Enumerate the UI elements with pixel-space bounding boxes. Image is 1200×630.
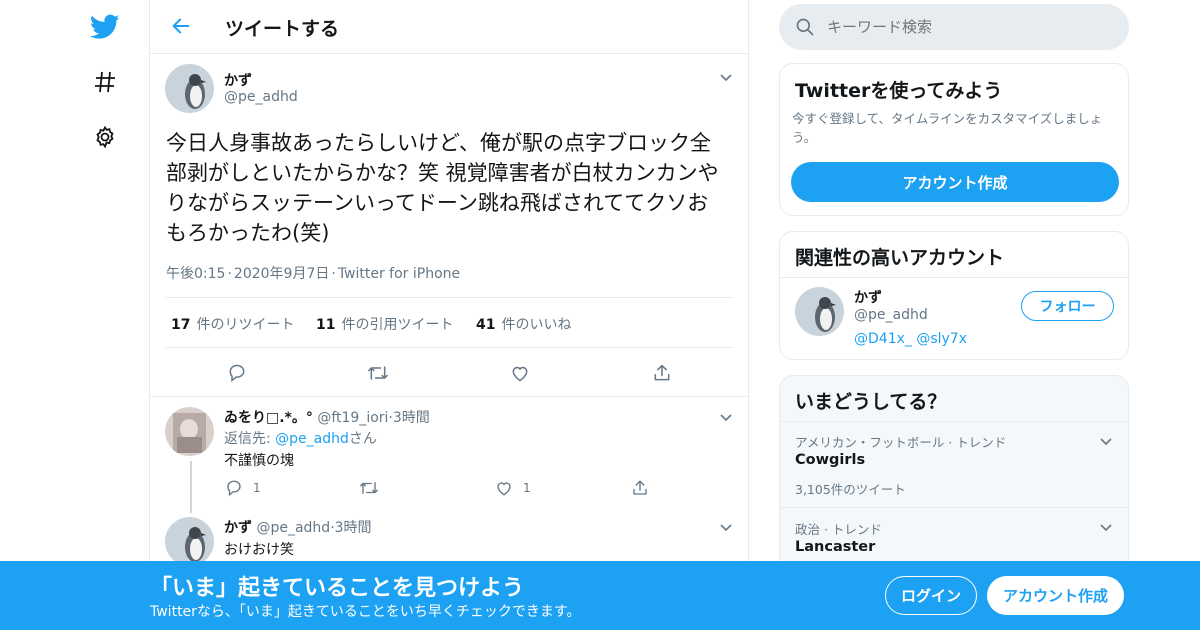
reply-author-avatar[interactable] — [165, 407, 214, 456]
main-column: ツイートする かず @pe_adhd 今日人身事故あったらしいけど、俺が駅の点字… — [149, 0, 749, 630]
likes-stat[interactable]: 41 件のいいね — [476, 314, 571, 334]
reply-retweet-button[interactable] — [359, 479, 379, 497]
retweet-icon[interactable] — [363, 358, 393, 388]
tweet-actions — [150, 358, 748, 388]
chevron-down-icon[interactable] — [1098, 433, 1114, 449]
reply-author-name[interactable]: ゐをり□.*。° — [224, 410, 313, 426]
related-card-title: 関連性の高いアカウント — [795, 247, 1005, 269]
reply-icon[interactable] — [222, 358, 252, 388]
page-header: ツイートする — [150, 0, 748, 54]
search-input[interactable] — [827, 4, 1107, 50]
search-bar[interactable] — [779, 4, 1129, 50]
banner-title: 「いま」起きていることを見つけよう — [150, 576, 525, 601]
banner-subtitle: Twitterなら、「いま」起きていることをいち早くチェックできます。 — [150, 604, 581, 620]
left-nav — [0, 0, 150, 630]
share-icon — [633, 480, 647, 495]
signup-card-subtitle: 今すぐ登録して、タイムラインをカスタマイズしましょう。 — [792, 111, 1103, 145]
related-account-avatar[interactable] — [795, 287, 844, 336]
settings-gear-icon[interactable] — [88, 120, 122, 154]
tweet-time[interactable]: 午後0:15 — [166, 266, 225, 282]
chevron-down-icon[interactable] — [718, 409, 734, 425]
reply-to-prefix: 返信先: — [224, 431, 276, 447]
like-count: 1 — [523, 481, 531, 495]
login-button[interactable]: ログイン — [885, 576, 977, 615]
divider — [780, 277, 1128, 278]
tweet-date[interactable]: 2020年9月7日 — [234, 266, 329, 282]
follow-button[interactable]: フォロー — [1021, 291, 1114, 321]
reply-time[interactable]: 3時間 — [393, 410, 430, 426]
trends-card: いまどうしてる？ アメリカン・フットボール · トレンド Cowgirls 3,… — [779, 375, 1129, 575]
tweet-metadata: 午後0:15 · 2020年9月7日 · Twitter for iPhone — [166, 263, 462, 283]
divider — [780, 507, 1128, 508]
trend-category: 政治 · トレンド — [795, 522, 882, 537]
thread-line — [190, 461, 192, 513]
like-heart-icon[interactable] — [505, 358, 535, 388]
chevron-down-icon[interactable] — [718, 69, 734, 85]
reply-time[interactable]: 3時間 — [335, 520, 372, 536]
reply-header: かず @pe_adhd·3時間 — [224, 517, 372, 537]
trend-name[interactable]: Cowgirls — [795, 452, 865, 468]
search-icon — [796, 18, 814, 36]
divider — [780, 421, 1128, 422]
separator: · — [331, 266, 336, 282]
reply-text: おけおけ笑 — [224, 542, 294, 558]
twitter-bird-icon[interactable] — [88, 10, 122, 44]
reply-share-button[interactable] — [631, 479, 649, 497]
trend-category: アメリカン・フットボール · トレンド — [795, 435, 1007, 450]
hashtag-explore-icon[interactable] — [88, 65, 122, 99]
signup-banner: 「いま」起きていることを見つけよう Twitterなら、「いま」起きていることを… — [0, 561, 1200, 630]
reply-author-avatar[interactable] — [165, 517, 214, 566]
create-account-button[interactable]: アカウント作成 — [791, 162, 1119, 202]
trends-card-title: いまどうしてる？ — [795, 391, 947, 413]
trend-name[interactable]: Lancaster — [795, 539, 875, 555]
related-accounts-card: 関連性の高いアカウント かず @pe_adhd @D41x_ @sly7x フォ… — [779, 231, 1129, 360]
signup-card: Twitterを使ってみよう 今すぐ登録して、タイムラインをカスタマイズしましょ… — [779, 63, 1129, 216]
chevron-down-icon[interactable] — [718, 519, 734, 535]
reply-text: 不謹慎の塊 — [224, 453, 294, 469]
reply-header: ゐをり□.*。° @ft19_iori·3時間 — [224, 407, 430, 427]
page-title: ツイートする — [225, 18, 340, 40]
trend-tweet-count: 3,105件のツイート — [795, 482, 906, 497]
reply-author-name[interactable]: かず — [224, 520, 252, 536]
separator: · — [227, 266, 232, 282]
reply-author-handle[interactable]: @pe_adhd — [256, 520, 330, 536]
reply-icon — [227, 480, 241, 497]
tweet-author-avatar[interactable] — [165, 64, 214, 113]
reply-to-line: 返信先: @pe_adhdさん — [224, 428, 377, 448]
reply-count: 1 — [253, 481, 261, 495]
reply-to-handle[interactable]: @pe_adhd — [275, 431, 349, 447]
tweet-author-name[interactable]: かず — [224, 70, 252, 90]
like-heart-icon — [497, 482, 511, 496]
divider — [150, 396, 748, 397]
tweet-client[interactable]: Twitter for iPhone — [338, 266, 460, 282]
reply-reply-button[interactable]: 1 — [225, 479, 261, 497]
banner-create-account-button[interactable]: アカウント作成 — [987, 576, 1124, 615]
tweet-text: 今日人身事故あったらしいけど、俺が駅の点字ブロック全部剥がしといたからかな？笑 … — [166, 131, 719, 245]
back-arrow-icon[interactable] — [168, 13, 194, 39]
reply-author-handle[interactable]: @ft19_iori — [317, 410, 388, 426]
tweet-author-handle[interactable]: @pe_adhd — [224, 89, 298, 105]
quotes-stat[interactable]: 11 件の引用ツイート — [316, 314, 453, 334]
reply-to-suffix: さん — [348, 431, 377, 447]
chevron-down-icon[interactable] — [1098, 519, 1114, 535]
reply-like-button[interactable]: 1 — [495, 479, 531, 497]
related-account-mentions[interactable]: @D41x_ @sly7x — [854, 331, 967, 347]
related-account-handle[interactable]: @pe_adhd — [854, 307, 928, 323]
tweet-stats: 17 件のリツイート 11 件の引用ツイート 41 件のいいね — [165, 297, 734, 348]
retweet-icon — [360, 482, 378, 494]
signup-card-title: Twitterを使ってみよう — [795, 80, 1003, 102]
share-icon[interactable] — [647, 358, 677, 388]
retweets-stat[interactable]: 17 件のリツイート — [171, 314, 294, 334]
related-account-name[interactable]: かず — [854, 287, 882, 307]
